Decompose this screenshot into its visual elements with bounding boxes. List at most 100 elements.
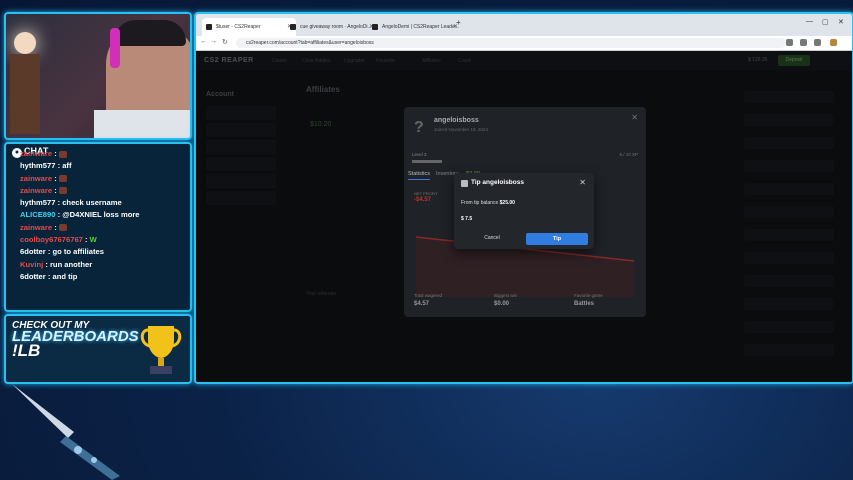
site-favicon-icon — [372, 24, 378, 30]
chat-message: hythm577 : aff — [20, 160, 188, 172]
level-progress-bar — [412, 160, 442, 163]
chat-message-text: run another — [49, 259, 93, 269]
tip-button[interactable]: Tip — [526, 233, 588, 245]
browser-tab-2[interactable]: cue giveaway room · AngeloDi...✕ — [286, 18, 378, 36]
tab-label: $tuser - CS2Reaper — [216, 24, 261, 30]
chat-message: zainware : — [20, 148, 188, 160]
chat-username[interactable]: coolboy67676767 — [20, 235, 83, 244]
stream-chat: ● CHAT zainware : hythm577 : aff zainware … — [4, 142, 192, 312]
site-favicon-icon — [290, 24, 296, 30]
chat-username[interactable]: hythm577 — [20, 198, 55, 207]
browser-tab-3[interactable]: AngeloDemi | CS2Reaper Leade... ✕ — [368, 18, 462, 36]
translate-icon[interactable] — [786, 39, 793, 46]
streamer-shirt — [94, 110, 190, 138]
bookmark-icon[interactable] — [800, 39, 807, 46]
stat-label: Biggest win — [494, 293, 518, 298]
chat-username[interactable]: zainware — [20, 174, 52, 183]
stat-total-wagered: Total wagered $4.57 — [414, 293, 442, 307]
chat-message: zainware : — [20, 222, 188, 234]
chat-username[interactable]: Kuvinj — [20, 260, 43, 269]
stat-value: $0.00 — [494, 301, 510, 307]
stat-value: Battles — [574, 301, 595, 307]
lamp-light — [14, 32, 36, 54]
webpage: CS2 REAPER Cases Case Battles Upgrader R… — [196, 51, 852, 382]
profile-level: Level 3 — [412, 152, 427, 157]
gift-icon — [461, 180, 468, 187]
leaderboard-text: CHECK OUT MY LEADERBOARDS !LB — [12, 320, 139, 360]
tip-balance-label: From tip balance — [461, 200, 499, 206]
chat-separator: : — [52, 149, 59, 158]
profile-xp: 5 / 10 XP — [619, 152, 638, 157]
chat-username[interactable]: zainware — [20, 186, 52, 195]
chat-separator: : — [52, 222, 59, 232]
reload-icon[interactable]: ↻ — [222, 38, 228, 46]
chat-message: 6dotter : and tip — [20, 271, 188, 283]
address-bar: ← → ↻ cs2reaper.com/account?tab=affiliat… — [196, 36, 852, 51]
chat-message-text: @D4XNIEL loss more — [62, 210, 140, 220]
chat-message-text: W — [89, 235, 97, 245]
chat-message: hythm577 : check username — [20, 197, 188, 209]
chat-message: ALICE890 : @D4XNIEL loss more — [20, 209, 188, 221]
chat-message-text: check username — [62, 198, 122, 208]
tip-dialog: Tip angeloisboss ✕ From tip balance $25.… — [454, 173, 594, 249]
shelf — [10, 54, 40, 134]
chat-emote-icon — [58, 187, 67, 195]
tip-amount-input[interactable] — [461, 214, 587, 224]
chat-separator: : — [52, 173, 59, 183]
profile-joined-date: Joined November 19, 2024 — [434, 127, 489, 132]
stat-biggest-win: Biggest win $0.00 — [494, 293, 517, 307]
forward-icon[interactable]: → — [210, 38, 217, 45]
chat-emote-icon — [58, 150, 67, 158]
back-icon[interactable]: ← — [200, 38, 207, 45]
tab-label: cue giveaway room · AngeloDi... — [300, 24, 372, 30]
chat-username[interactable]: zainware — [20, 149, 52, 158]
browser-window: $tuser - CS2Reaper✕ cue giveaway room · … — [194, 12, 853, 384]
tip-balance-value: $25.00 — [499, 200, 515, 206]
chat-separator: : — [45, 247, 53, 257]
chat-emote-icon — [58, 175, 67, 183]
chat-message: 6dotter : go to affiliates — [20, 246, 188, 258]
tab-label: AngeloDemi | CS2Reaper Leade... — [382, 24, 459, 30]
chat-separator: : — [45, 271, 53, 281]
chat-message-text: go to affiliates — [52, 247, 104, 257]
cancel-button[interactable]: Cancel — [472, 233, 512, 244]
chat-message-list: zainware : hythm577 : aff zainware : zain… — [20, 148, 188, 283]
knife-skin-icon — [12, 384, 120, 480]
chat-emote-icon — [58, 224, 67, 232]
chat-message: zainware : — [20, 173, 188, 185]
tip-dialog-title: Tip angeloisboss — [471, 179, 524, 186]
site-favicon-icon — [206, 24, 212, 30]
chat-username[interactable]: hythm577 — [20, 161, 55, 170]
browser-tab-1[interactable]: $tuser - CS2Reaper✕ — [202, 18, 296, 36]
minimize-icon[interactable]: — — [806, 18, 813, 25]
chat-message: zainware : — [20, 185, 188, 197]
chat-separator: : — [52, 185, 59, 195]
close-icon[interactable]: ✕ — [631, 113, 638, 122]
stat-value: $4.57 — [414, 301, 430, 307]
leaderboard-command: !LB — [12, 341, 41, 360]
headset-icon — [110, 28, 120, 68]
stat-label: Total wagered — [414, 293, 443, 298]
tab-statistics[interactable]: Statistics — [408, 171, 431, 180]
url-field[interactable]: cs2reaper.com/account?tab=affiliates&use… — [236, 38, 786, 48]
stat-favorite-game: Favorite game Battles — [574, 293, 603, 307]
stat-label: Favorite game — [574, 293, 603, 298]
chat-separator: : — [82, 235, 90, 245]
close-window-icon[interactable]: ✕ — [838, 18, 844, 26]
chat-message: coolboy67676767 : W — [20, 234, 188, 246]
chat-username[interactable]: zainware — [20, 223, 52, 232]
trophy-icon — [140, 326, 182, 374]
extensions-icon[interactable] — [814, 39, 821, 46]
new-tab-icon[interactable]: + — [456, 18, 461, 27]
chat-username[interactable]: 6dotter — [20, 272, 46, 281]
chat-username[interactable]: 6dotter — [20, 247, 46, 256]
profile-avatar-icon[interactable] — [830, 39, 837, 46]
avatar-placeholder: ? — [414, 119, 424, 136]
profile-username: angeloisboss — [434, 117, 479, 124]
chat-message-text: and tip — [52, 271, 78, 281]
chat-username[interactable]: ALICE890 — [20, 210, 55, 219]
maximize-icon[interactable]: ▢ — [822, 18, 829, 26]
close-icon[interactable]: ✕ — [579, 178, 586, 187]
streamer-hair — [114, 20, 186, 46]
webcam-feed — [4, 12, 192, 140]
